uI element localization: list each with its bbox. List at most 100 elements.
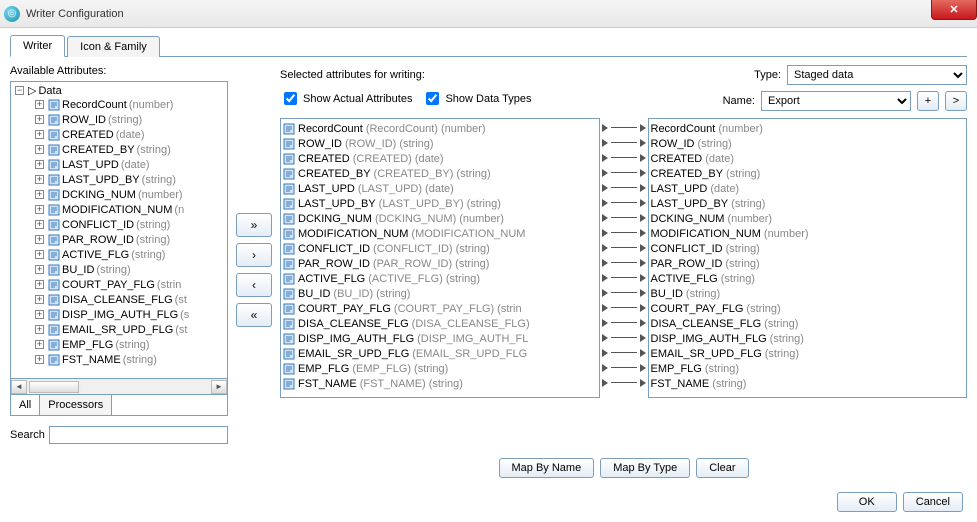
list-item[interactable]: LAST_UPD (date)	[651, 181, 965, 196]
expand-icon[interactable]: +	[35, 310, 44, 319]
type-select[interactable]: Staged data	[787, 65, 967, 85]
available-tree[interactable]: − ▷ Data +RecordCount (number)+ROW_ID (s…	[10, 81, 228, 379]
list-item[interactable]: DISP_IMG_AUTH_FLG (DISP_IMG_AUTH_FL	[283, 331, 597, 346]
expand-icon[interactable]: +	[35, 115, 44, 124]
list-item[interactable]: ACTIVE_FLG (ACTIVE_FLG) (string)	[283, 271, 597, 286]
expand-icon[interactable]: +	[35, 175, 44, 184]
name-select[interactable]: Export	[761, 91, 911, 111]
tree-item[interactable]: +ROW_ID (string)	[35, 112, 225, 127]
expand-icon[interactable]: +	[35, 280, 44, 289]
list-item[interactable]: ACTIVE_FLG (string)	[651, 271, 965, 286]
tree-item[interactable]: +MODIFICATION_NUM (n	[35, 202, 225, 217]
cancel-button[interactable]: Cancel	[903, 492, 963, 512]
list-item[interactable]: PAR_ROW_ID (string)	[651, 256, 965, 271]
tree-item[interactable]: +RecordCount (number)	[35, 97, 225, 112]
expand-icon[interactable]: +	[35, 235, 44, 244]
tree-item[interactable]: +CREATED (date)	[35, 127, 225, 142]
ok-button[interactable]: OK	[837, 492, 897, 512]
show-actual-check[interactable]: Show Actual Attributes	[280, 89, 412, 108]
hscroll-right-arrow[interactable]: ►	[211, 380, 227, 394]
list-item[interactable]: FST_NAME (string)	[651, 376, 965, 391]
list-item[interactable]: BU_ID (string)	[651, 286, 965, 301]
filter-tab-processors[interactable]: Processors	[40, 395, 112, 415]
tree-item[interactable]: +LAST_UPD_BY (string)	[35, 172, 225, 187]
list-item[interactable]: CREATED_BY (string)	[651, 166, 965, 181]
add-all-button[interactable]: »	[236, 213, 272, 237]
list-item[interactable]: COURT_PAY_FLG (string)	[651, 301, 965, 316]
list-item[interactable]: LAST_UPD_BY (LAST_UPD_BY) (string)	[283, 196, 597, 211]
map-by-name-button[interactable]: Map By Name	[499, 458, 595, 478]
tree-item[interactable]: +COURT_PAY_FLG (strin	[35, 277, 225, 292]
collapse-icon[interactable]: −	[15, 86, 24, 95]
expand-icon[interactable]: +	[35, 250, 44, 259]
add-button[interactable]: ›	[236, 243, 272, 267]
list-item[interactable]: EMAIL_SR_UPD_FLG (string)	[651, 346, 965, 361]
list-item[interactable]: DCKING_NUM (DCKING_NUM) (number)	[283, 211, 597, 226]
list-item[interactable]: MODIFICATION_NUM (MODIFICATION_NUM	[283, 226, 597, 241]
add-export-button[interactable]: +	[917, 91, 939, 111]
expand-icon[interactable]: +	[35, 190, 44, 199]
tree-hscroll[interactable]: ◄ ►	[10, 379, 228, 395]
list-item[interactable]: EMAIL_SR_UPD_FLG (EMAIL_SR_UPD_FLG	[283, 346, 597, 361]
show-types-checkbox[interactable]	[426, 92, 439, 105]
list-item[interactable]: MODIFICATION_NUM (number)	[651, 226, 965, 241]
list-item[interactable]: LAST_UPD_BY (string)	[651, 196, 965, 211]
map-by-type-button[interactable]: Map By Type	[600, 458, 690, 478]
selected-target-list[interactable]: RecordCount (number)ROW_ID (string)CREAT…	[648, 118, 968, 398]
expand-icon[interactable]: +	[35, 295, 44, 304]
tree-item[interactable]: +DISA_CLEANSE_FLG (st	[35, 292, 225, 307]
tree-item[interactable]: +CREATED_BY (string)	[35, 142, 225, 157]
hscroll-left-arrow[interactable]: ◄	[11, 380, 27, 394]
expand-icon[interactable]: +	[35, 340, 44, 349]
tree-item[interactable]: +CONFLICT_ID (string)	[35, 217, 225, 232]
expand-icon[interactable]: +	[35, 130, 44, 139]
tree-item[interactable]: +DISP_IMG_AUTH_FLG (s	[35, 307, 225, 322]
expand-icon[interactable]: +	[35, 100, 44, 109]
hscroll-track[interactable]	[81, 381, 211, 393]
expand-icon[interactable]: +	[35, 265, 44, 274]
tree-item[interactable]: +FST_NAME (string)	[35, 352, 225, 367]
tree-item[interactable]: +EMP_FLG (string)	[35, 337, 225, 352]
list-item[interactable]: ROW_ID (ROW_ID) (string)	[283, 136, 597, 151]
list-item[interactable]: DISA_CLEANSE_FLG (string)	[651, 316, 965, 331]
tree-item[interactable]: +ACTIVE_FLG (string)	[35, 247, 225, 262]
list-item[interactable]: CREATED_BY (CREATED_BY) (string)	[283, 166, 597, 181]
list-item[interactable]: CONFLICT_ID (CONFLICT_ID) (string)	[283, 241, 597, 256]
expand-icon[interactable]: +	[35, 220, 44, 229]
list-item[interactable]: LAST_UPD (LAST_UPD) (date)	[283, 181, 597, 196]
tab-icon-family[interactable]: Icon & Family	[67, 36, 160, 57]
expand-icon[interactable]: +	[35, 145, 44, 154]
tab-writer[interactable]: Writer	[10, 35, 65, 57]
remove-all-button[interactable]: «	[236, 303, 272, 327]
list-item[interactable]: COURT_PAY_FLG (COURT_PAY_FLG) (strin	[283, 301, 597, 316]
tree-item[interactable]: +LAST_UPD (date)	[35, 157, 225, 172]
list-item[interactable]: DISA_CLEANSE_FLG (DISA_CLEANSE_FLG)	[283, 316, 597, 331]
list-item[interactable]: CONFLICT_ID (string)	[651, 241, 965, 256]
list-item[interactable]: RecordCount (RecordCount) (number)	[283, 121, 597, 136]
selected-source-list[interactable]: RecordCount (RecordCount) (number)ROW_ID…	[280, 118, 600, 398]
list-item[interactable]: CREATED (date)	[651, 151, 965, 166]
expand-icon[interactable]: +	[35, 160, 44, 169]
expand-icon[interactable]: +	[35, 355, 44, 364]
filter-tab-all[interactable]: All	[11, 395, 40, 415]
list-item[interactable]: DCKING_NUM (number)	[651, 211, 965, 226]
hscroll-thumb[interactable]	[29, 381, 79, 393]
tree-item[interactable]: +BU_ID (string)	[35, 262, 225, 277]
list-item[interactable]: ROW_ID (string)	[651, 136, 965, 151]
list-item[interactable]: FST_NAME (FST_NAME) (string)	[283, 376, 597, 391]
clear-button[interactable]: Clear	[696, 458, 748, 478]
list-item[interactable]: CREATED (CREATED) (date)	[283, 151, 597, 166]
list-item[interactable]: EMP_FLG (string)	[651, 361, 965, 376]
tree-item[interactable]: +PAR_ROW_ID (string)	[35, 232, 225, 247]
show-types-check[interactable]: Show Data Types	[422, 89, 531, 108]
expand-icon[interactable]: +	[35, 325, 44, 334]
list-item[interactable]: EMP_FLG (EMP_FLG) (string)	[283, 361, 597, 376]
tree-item[interactable]: +DCKING_NUM (number)	[35, 187, 225, 202]
search-input[interactable]	[49, 426, 228, 444]
tree-root-node[interactable]: − ▷ Data	[15, 84, 225, 97]
expand-icon[interactable]: +	[35, 205, 44, 214]
remove-button[interactable]: ‹	[236, 273, 272, 297]
list-item[interactable]: BU_ID (BU_ID) (string)	[283, 286, 597, 301]
close-button[interactable]: ✕	[931, 0, 977, 20]
list-item[interactable]: PAR_ROW_ID (PAR_ROW_ID) (string)	[283, 256, 597, 271]
